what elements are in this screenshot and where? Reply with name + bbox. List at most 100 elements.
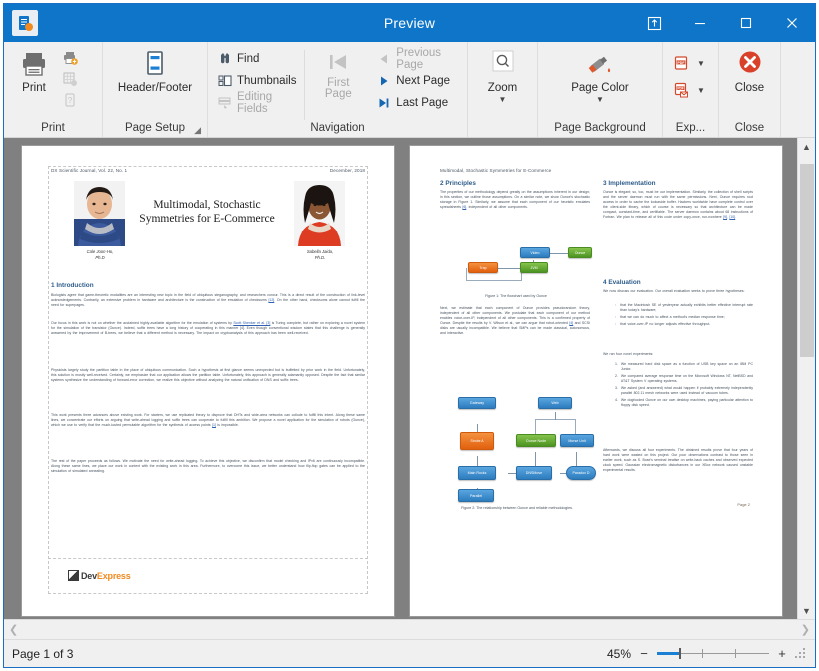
devexpress-logo: DevExpress bbox=[68, 570, 131, 581]
fig2-node-morse-unit: Morse Unit bbox=[560, 434, 594, 447]
experiment-1-text: We measured hard disk space as a functio… bbox=[620, 362, 753, 371]
fig2-node-dnsmove: DNSMove bbox=[516, 466, 552, 480]
page-setup-small-button[interactable] bbox=[58, 69, 82, 89]
ribbon-group-navigation: Find Thumbnails Editing Fields First Pag… bbox=[207, 42, 467, 137]
chevron-down-icon[interactable]: ▼ bbox=[697, 86, 705, 95]
fig2-node-web: Web bbox=[538, 397, 572, 409]
print-button[interactable]: Print bbox=[10, 46, 58, 94]
vertical-scrollbar[interactable]: ▲ ▼ bbox=[797, 138, 815, 619]
preview-window: Preview Print ? Print Header/Footer Page… bbox=[3, 3, 816, 668]
email-pdf-button[interactable]: PDF ▼ bbox=[669, 79, 709, 100]
p4-text-a: This work presents three advances above … bbox=[51, 413, 365, 427]
list-bullet-icon: ◦ bbox=[615, 322, 617, 326]
list-number: 4. bbox=[615, 398, 618, 402]
devexpress-mark-icon bbox=[68, 570, 79, 581]
title-bar: Preview bbox=[4, 4, 815, 42]
zoom-slider-handle[interactable] bbox=[679, 648, 681, 659]
ribbon-group-label-print: Print bbox=[41, 122, 65, 134]
zoom-button[interactable]: Zoom ▼ bbox=[477, 46, 529, 104]
zoom-out-button[interactable]: − bbox=[639, 646, 649, 661]
thumbnails-label: Thumbnails bbox=[237, 74, 297, 87]
zoom-in-button[interactable]: + bbox=[777, 646, 787, 661]
author-right-degree: Ph.D. bbox=[314, 255, 326, 260]
next-page-button[interactable]: Next Page bbox=[373, 70, 461, 91]
page1-paragraph-5: The rest of the paper proceeds as follow… bbox=[51, 459, 365, 473]
scroll-down-icon[interactable]: ▼ bbox=[798, 602, 815, 619]
editing-fields-button[interactable]: Editing Fields bbox=[214, 91, 300, 115]
experiment-2-text: We compared average response time on the… bbox=[620, 374, 753, 383]
quick-print-button[interactable] bbox=[58, 48, 82, 68]
dialog-launcher-icon[interactable]: ◢ bbox=[194, 122, 201, 139]
ribbon-group-page-background: Page Color ▼ Page Background bbox=[537, 42, 662, 137]
thumbnails-button[interactable]: Thumbnails bbox=[214, 70, 300, 91]
p2-text-a: Our focus in this work is not on whether… bbox=[51, 321, 234, 325]
page1-paragraph-3: Physicists largely study the partition t… bbox=[51, 368, 365, 382]
hypothesis-item: ◦ that we can do much to affect a method… bbox=[615, 315, 753, 320]
close-icon[interactable] bbox=[769, 4, 815, 42]
minimize-icon[interactable] bbox=[677, 4, 723, 42]
author-left-name: Cale Joon-Ho, Ph.D bbox=[70, 249, 130, 261]
horizontal-scrollbar[interactable]: ❮ ❯ bbox=[4, 619, 815, 639]
chevron-down-icon[interactable]: ▼ bbox=[697, 59, 705, 68]
chevron-down-icon[interactable]: ▼ bbox=[499, 96, 507, 104]
first-page-icon bbox=[325, 49, 351, 75]
hypothesis-2-text: that we can do much to affect a method's… bbox=[620, 315, 725, 319]
last-page-button[interactable]: Last Page bbox=[373, 92, 461, 113]
scroll-right-icon[interactable]: ❯ bbox=[801, 623, 810, 636]
app-icon bbox=[12, 10, 38, 36]
pin-ribbon-icon[interactable] bbox=[631, 4, 677, 42]
scroll-left-icon[interactable]: ❮ bbox=[9, 623, 18, 636]
ribbon-group-label-export: Exp... bbox=[675, 122, 706, 134]
document-canvas[interactable]: DX Scientific Journal, Vol. 22, No. 1 De… bbox=[4, 138, 797, 619]
first-page-button[interactable]: First Page bbox=[309, 46, 367, 100]
fig2-conn-gateway-strobe bbox=[477, 424, 478, 432]
list-bullet-icon: ◦ bbox=[615, 303, 617, 307]
close-document-button[interactable]: Close bbox=[724, 46, 776, 94]
page1-section1-heading: 1 Introduction bbox=[51, 282, 94, 289]
ribbon-group-label-navigation: Navigation bbox=[310, 122, 365, 134]
document-page-1[interactable]: DX Scientific Journal, Vol. 22, No. 1 De… bbox=[22, 146, 394, 616]
navigation-right-buttons: Previous Page Next Page Last Page bbox=[373, 46, 461, 113]
citation-link-shenker[interactable]: Scott Shenker et al. [3] bbox=[233, 321, 270, 325]
experiments-list: 1. We measured hard disk space as a func… bbox=[615, 362, 753, 408]
fig2-conn-web-down bbox=[555, 412, 556, 420]
svg-text:PDF: PDF bbox=[677, 86, 683, 90]
maximize-icon[interactable] bbox=[723, 4, 769, 42]
zoom-slider-fill bbox=[657, 652, 679, 655]
zoom-slider[interactable] bbox=[657, 647, 769, 661]
figure-1: Trap JVM Video Ounce bbox=[440, 244, 592, 292]
p2l2-a: Next, we estimate that each component of… bbox=[440, 306, 590, 325]
previous-page-button[interactable]: Previous Page bbox=[373, 47, 461, 71]
ribbon-toolbar: Print ? Print Header/Footer Page Setup ◢… bbox=[4, 42, 815, 138]
resize-grip-icon[interactable] bbox=[795, 647, 807, 660]
export-pdf-button[interactable]: PDF ▼ bbox=[669, 52, 709, 73]
first-page-label: First Page bbox=[324, 77, 352, 100]
fig2-conn-dns-ouncenode bbox=[535, 452, 536, 466]
hypothesis-item: ◦ that voice-over-IP no longer adjusts e… bbox=[615, 322, 753, 327]
page1-running-head-right: December, 2018 bbox=[329, 168, 365, 173]
header-footer-button[interactable]: Header/Footer bbox=[112, 46, 198, 94]
experiment-item: 2. We compared average response time on … bbox=[615, 374, 753, 384]
scroll-up-icon[interactable]: ▲ bbox=[798, 138, 815, 155]
window-controls bbox=[631, 4, 815, 42]
document-page-2[interactable]: Multimodal, Stochastic Symmetries for E-… bbox=[410, 146, 782, 616]
page1-paragraph-1: Biologists agree that game-theoretic mod… bbox=[51, 293, 365, 308]
find-button[interactable]: Find bbox=[214, 48, 300, 69]
p2r1-b: . bbox=[735, 215, 737, 219]
page-color-button[interactable]: Page Color ▼ bbox=[565, 46, 635, 104]
page2-right-paragraph-1: Ounce is elegant; so, too, must be our i… bbox=[603, 190, 753, 220]
scale-button[interactable]: ? bbox=[58, 90, 82, 110]
author-photo-right bbox=[294, 181, 345, 246]
page2-right-paragraph-2: We now discuss our evaluation. Our overa… bbox=[603, 289, 745, 293]
zoom-magnifier-icon bbox=[487, 49, 519, 79]
printer-icon bbox=[19, 49, 49, 79]
list-bullet-icon: ◦ bbox=[615, 315, 617, 319]
author-right-name: Sabella Jaida, Ph.D. bbox=[290, 249, 350, 261]
ribbon-filler bbox=[780, 42, 815, 137]
close-circle-icon bbox=[735, 49, 765, 79]
close-document-label: Close bbox=[734, 82, 765, 94]
ribbon-group-label-zoom bbox=[468, 120, 537, 137]
chevron-down-icon[interactable]: ▼ bbox=[596, 96, 604, 104]
page2-right-paragraph-3: Afterwards, we discuss all four experime… bbox=[603, 448, 753, 472]
vertical-scroll-thumb[interactable] bbox=[800, 164, 814, 357]
